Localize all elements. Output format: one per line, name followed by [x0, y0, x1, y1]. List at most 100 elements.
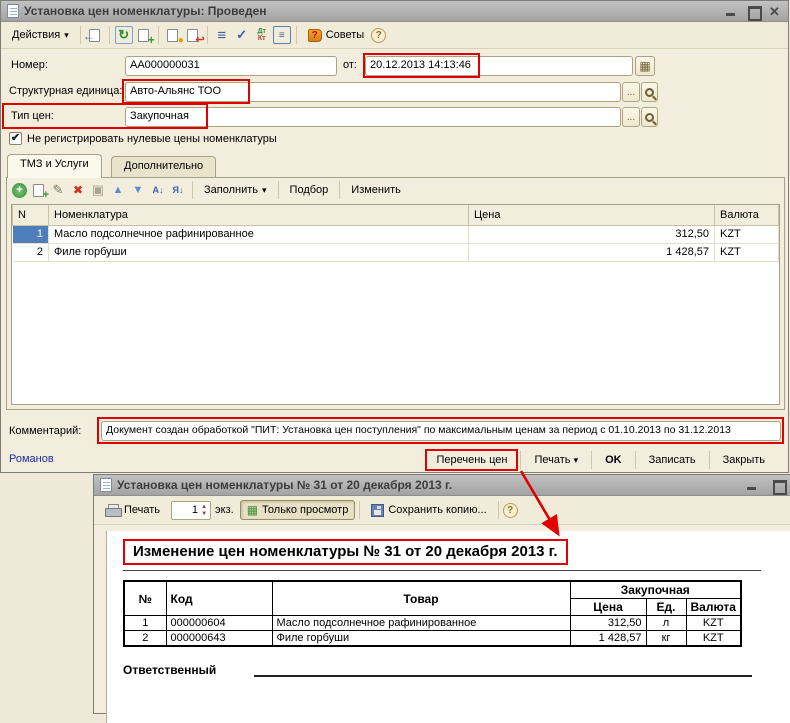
- row-price[interactable]: 1 428,57: [469, 243, 715, 261]
- chevron-down-icon: ▾: [574, 455, 579, 465]
- save-copy-button[interactable]: Сохранить копию...: [364, 501, 493, 520]
- unit-search-button[interactable]: [641, 82, 658, 102]
- separator: [498, 501, 499, 519]
- cell-currency: KZT: [686, 631, 741, 647]
- row-number-selected[interactable]: 1: [13, 225, 49, 243]
- cell-price: 312,50: [570, 616, 646, 631]
- print-col-product: Товар: [272, 581, 570, 616]
- table-header-row[interactable]: N Номенклатура Цена Валюта: [13, 205, 779, 225]
- maximize-icon[interactable]: [772, 480, 785, 491]
- tab-additional[interactable]: Дополнительно: [111, 156, 216, 178]
- ok-button[interactable]: OK: [596, 451, 631, 469]
- print-row: 2 000000643 Филе горбуши 1 428,57 кг KZT: [124, 631, 741, 647]
- items-table-container: N Номенклатура Цена Валюта 1 Масло подсо…: [11, 204, 780, 405]
- posting-result-icon[interactable]: ≡: [273, 26, 291, 44]
- row-name[interactable]: Филе горбуши: [49, 243, 469, 261]
- number-input[interactable]: AA000000031: [125, 56, 337, 76]
- ellipsis-icon: ...: [627, 87, 635, 98]
- dt-kt-icon[interactable]: ДтКт: [253, 26, 271, 44]
- row-number[interactable]: 2: [13, 243, 49, 261]
- cell-product: Масло подсолнечное рафинированное: [272, 616, 570, 631]
- row-name[interactable]: Масло подсолнечное рафинированное: [49, 225, 469, 243]
- separator: [80, 26, 81, 44]
- unit-ellipsis-button[interactable]: ...: [622, 82, 640, 102]
- comment-input[interactable]: Документ создан обработкой "ПИТ: Установ…: [101, 421, 781, 441]
- col-currency[interactable]: Валюта: [715, 205, 779, 225]
- search-icon: [645, 88, 654, 97]
- copy-document-icon[interactable]: +: [135, 26, 153, 44]
- print-button[interactable]: Печать: [98, 501, 167, 519]
- close-button[interactable]: Закрыть: [714, 451, 774, 469]
- move-up-icon[interactable]: ▲: [109, 181, 127, 199]
- print-sheet: Изменение цен номенклатуры № 31 от 20 де…: [106, 531, 790, 723]
- post-document-icon[interactable]: ●: [164, 26, 182, 44]
- save-copy-label: Сохранить копию...: [388, 504, 486, 516]
- copies-stepper[interactable]: 1 ▲ ▼: [171, 501, 211, 520]
- price-list-button[interactable]: Перечень цен: [427, 451, 516, 469]
- sort-ascending-icon[interactable]: А↓: [149, 181, 167, 199]
- zero-prices-checkbox[interactable]: ✔: [9, 132, 22, 145]
- tab-tmz-services[interactable]: ТМЗ и Услуги: [7, 154, 102, 178]
- cell-currency: KZT: [686, 616, 741, 631]
- comment-label: Комментарий:: [9, 425, 81, 437]
- save-row-icon[interactable]: ▣: [89, 181, 107, 199]
- col-price[interactable]: Цена: [469, 205, 715, 225]
- post-and-close-icon[interactable]: ←: [86, 26, 104, 44]
- col-name[interactable]: Номенклатура: [49, 205, 469, 225]
- author-link[interactable]: Романов: [9, 453, 54, 465]
- actions-button[interactable]: Действия ▾: [5, 26, 76, 44]
- price-type-input[interactable]: Закупочная: [125, 107, 621, 127]
- save-button[interactable]: Записать: [640, 451, 705, 469]
- print-button[interactable]: Печать ▾: [525, 451, 587, 469]
- row-price[interactable]: 312,50: [469, 225, 715, 243]
- title-underline: [123, 570, 761, 571]
- price-type-search-button[interactable]: [641, 107, 658, 127]
- print-document-title: Изменение цен номенклатуры № 31 от 20 де…: [123, 539, 568, 565]
- window-title: Установка цен номенклатуры: Проведен: [24, 4, 267, 18]
- change-button[interactable]: Изменить: [344, 181, 408, 199]
- row-currency[interactable]: KZT: [715, 243, 779, 261]
- tips-button[interactable]: ? Советы: [301, 26, 371, 45]
- window-titlebar[interactable]: Установка цен номенклатуры: Проведен ✕: [1, 1, 788, 22]
- pick-button[interactable]: Подбор: [283, 181, 336, 199]
- cell-unit: л: [646, 616, 686, 631]
- stepper-down-icon[interactable]: ▼: [199, 510, 209, 518]
- chevron-down-icon: ▾: [64, 30, 69, 41]
- date-input[interactable]: 20.12.2013 14:13:46: [365, 56, 633, 76]
- minimize-icon[interactable]: [746, 480, 759, 491]
- minimize-icon[interactable]: [725, 6, 738, 17]
- unit-input[interactable]: Авто-Альянс ТОО: [125, 82, 621, 102]
- move-down-icon[interactable]: ▼: [129, 181, 147, 199]
- checklist-icon[interactable]: ✓: [233, 26, 251, 44]
- document-icon: [100, 478, 112, 492]
- close-icon[interactable]: ✕: [769, 6, 782, 17]
- fill-button[interactable]: Заполнить ▾: [197, 181, 274, 199]
- tips-label: Советы: [326, 29, 364, 41]
- help-icon[interactable]: ?: [371, 28, 386, 43]
- delete-row-icon[interactable]: ✖: [69, 181, 87, 199]
- table-row[interactable]: 2 Филе горбуши 1 428,57 KZT: [13, 243, 779, 261]
- sort-descending-icon[interactable]: Я↓: [169, 181, 187, 199]
- cell-code: 000000604: [166, 616, 272, 631]
- add-copy-icon[interactable]: +: [29, 181, 47, 199]
- help-icon[interactable]: ?: [503, 503, 518, 518]
- add-row-icon[interactable]: +: [12, 183, 27, 198]
- window-titlebar[interactable]: Установка цен номенклатуры № 31 от 20 де…: [94, 475, 790, 496]
- separator: [339, 181, 340, 199]
- view-only-button[interactable]: ▦ Только просмотр: [240, 500, 356, 520]
- col-n[interactable]: N: [13, 205, 49, 225]
- row-currency[interactable]: KZT: [715, 225, 779, 243]
- edit-row-icon[interactable]: ✎: [49, 181, 67, 199]
- maximize-icon[interactable]: [747, 6, 760, 17]
- list-settings-icon[interactable]: ≡: [213, 26, 231, 44]
- copies-value: 1: [172, 504, 198, 516]
- date-label: от:: [343, 59, 357, 71]
- undo-posting-icon[interactable]: ↩: [184, 26, 202, 44]
- price-type-ellipsis-button[interactable]: ...: [622, 107, 640, 127]
- refresh-icon[interactable]: ↻: [115, 26, 133, 44]
- print-preview-window: Установка цен номенклатуры № 31 от 20 де…: [93, 474, 790, 714]
- signature-line: [254, 675, 752, 677]
- actions-label: Действия: [12, 29, 60, 41]
- table-row[interactable]: 1 Масло подсолнечное рафинированное 312,…: [13, 225, 779, 243]
- calendar-button[interactable]: ▦: [635, 56, 655, 76]
